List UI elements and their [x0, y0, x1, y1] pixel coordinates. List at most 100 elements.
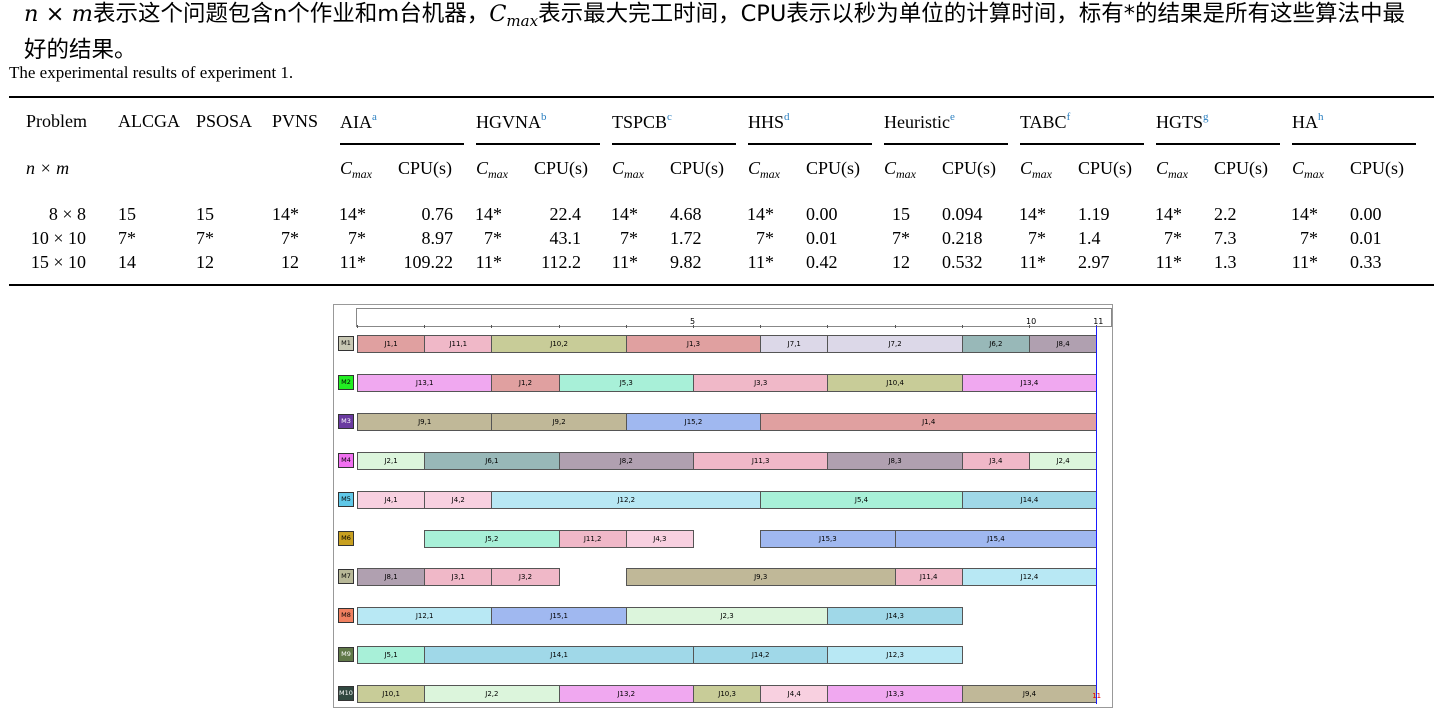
subheader-cmax: Cmax	[1292, 158, 1324, 182]
operation-bar: J10,2	[491, 335, 627, 353]
axis-tick-mark	[827, 325, 829, 328]
header-group-heuristic: Heuristice	[884, 111, 955, 133]
machine-label-m2: M2	[338, 374, 354, 390]
machine-label-m4: M4	[338, 452, 354, 468]
intro-part1: 表示这个问题包含n个作业和m台机器，	[93, 1, 490, 27]
group-underline	[340, 143, 464, 145]
operation-bar: J5,4	[760, 490, 963, 509]
operation-bar: J10,3	[693, 685, 762, 704]
operation-bar: J2,4	[1029, 451, 1098, 470]
footnote-marker: h	[1318, 111, 1324, 123]
cell-problem: 10 × 10	[30, 228, 86, 248]
cell-cmax: 14*	[1019, 204, 1046, 224]
operation-bar: J6,2	[961, 335, 1030, 353]
subheader-cmax: Cmax	[748, 158, 780, 182]
operation-bar: J11,4	[894, 568, 963, 587]
cmax-c: C	[476, 158, 489, 178]
operation-bar: J8,2	[558, 451, 694, 470]
cell-cpu: 0.094	[942, 204, 983, 224]
header-group-tspcb: TSPCBc	[612, 111, 672, 133]
cell-cmax: 7*	[892, 228, 910, 248]
subheader-cmax: Cmax	[476, 158, 508, 182]
header-group-hgvna: HGVNAb	[476, 111, 547, 133]
header-nxm: n × m	[26, 158, 70, 178]
header-problem: Problem	[26, 111, 87, 131]
operation-bar: J2,3	[625, 607, 829, 626]
operation-bar: J8,1	[357, 568, 426, 587]
operation-bar: J2,2	[424, 685, 560, 704]
group-name: HGTS	[1156, 112, 1204, 132]
cell-cmax: 7*	[1028, 228, 1046, 248]
operation-bar: J3,1	[424, 568, 493, 587]
cell-pvns: 7*	[281, 228, 299, 248]
machine-label-m8: M8	[338, 608, 354, 624]
subheader-cmax: Cmax	[1020, 158, 1052, 182]
operation-bar: J14,1	[424, 646, 694, 665]
cell-cpu: 4.68	[670, 204, 702, 224]
cell-cmax: 11*	[611, 252, 638, 272]
cmax-sub: max	[1168, 167, 1189, 181]
operation-bar: J1,4	[760, 412, 1098, 431]
operation-bar: J3,3	[693, 373, 829, 392]
header-group-ha: HAh	[1292, 111, 1324, 133]
cell-cpu: 1.4	[1078, 228, 1101, 248]
subheader-cpu: CPU(s)	[670, 158, 725, 178]
axis-tick-mark	[894, 325, 896, 328]
operation-bar: J9,3	[625, 568, 896, 587]
operation-bar: J15,3	[760, 529, 896, 548]
subheader-cmax: Cmax	[884, 158, 916, 182]
operation-bar: J9,1	[357, 412, 493, 431]
header-psosa: PSOSA	[196, 111, 253, 131]
cell-pvns: 14*	[272, 204, 299, 224]
operation-bar: J3,2	[491, 568, 560, 587]
gantt-chart: 5 10 11 M1 J1,1 J11,1 J10,2 J1,3 J7,1 J7,2 J6,2 J8…	[333, 304, 1113, 708]
operation-bar: J4,3	[625, 529, 694, 548]
machine-label-m7: M7	[338, 569, 354, 585]
cell-cmax: 15	[892, 204, 910, 224]
operation-bar: J13,2	[558, 685, 694, 704]
axis-tick-mark	[491, 325, 493, 328]
times-sign: ×	[45, 1, 65, 27]
group-underline	[1020, 143, 1144, 145]
cell-cpu: 2.97	[1078, 252, 1110, 272]
cell-cpu: 8.97	[421, 228, 454, 248]
cell-psosa: 7*	[196, 228, 214, 248]
footnote-marker: d	[784, 111, 790, 123]
operation-bar: J5,3	[558, 373, 694, 392]
cell-cmax: 11*	[1155, 252, 1182, 272]
cell-cpu: 2.2	[1214, 204, 1237, 224]
cmax-c: C	[612, 158, 625, 178]
group-underline	[612, 143, 736, 145]
cell-cpu: 0.01	[806, 228, 838, 248]
cell-cpu: 0.00	[806, 204, 838, 224]
subheader-cpu: CPU(s)	[398, 158, 453, 178]
footnote-marker: e	[949, 111, 955, 123]
operation-bar: J3,4	[961, 451, 1030, 470]
intro-text: n × m表示这个问题包含n个作业和m台机器，Cmax表示最大完工时间，CPU表…	[24, 0, 1424, 65]
cell-problem: 15 × 10	[30, 252, 86, 272]
operation-bar: J1,3	[625, 335, 762, 353]
header-group-tabc: TABCf	[1020, 111, 1070, 133]
footnote-marker: a	[372, 111, 377, 123]
cell-cmax: 11*	[339, 252, 366, 272]
cell-cpu: 1.3	[1214, 252, 1237, 272]
cmax-c: C	[1292, 158, 1305, 178]
axis-tick-label: 5	[690, 317, 696, 326]
cell-cmax: 14*	[339, 204, 366, 224]
cmax-c: C	[489, 1, 507, 27]
var-m: m	[71, 1, 94, 27]
header-group-hgts: HGTSg	[1156, 111, 1209, 133]
operation-bar: J4,2	[424, 490, 493, 509]
subheader-cpu: CPU(s)	[534, 158, 589, 178]
axis-tick-mark	[625, 325, 627, 328]
axis-tick-label: 10	[1026, 317, 1037, 326]
operation-bar: J15,1	[491, 607, 627, 626]
cmax-c: C	[748, 158, 761, 178]
subheader-cpu: CPU(s)	[1214, 158, 1269, 178]
group-name: TABC	[1020, 112, 1067, 132]
cmax-sub: max	[1032, 167, 1053, 181]
group-name: AIA	[340, 112, 372, 132]
makespan-label: 11	[1092, 692, 1102, 700]
cell-cpu: 43.1	[549, 228, 582, 248]
cell-cpu: 9.82	[670, 252, 702, 272]
